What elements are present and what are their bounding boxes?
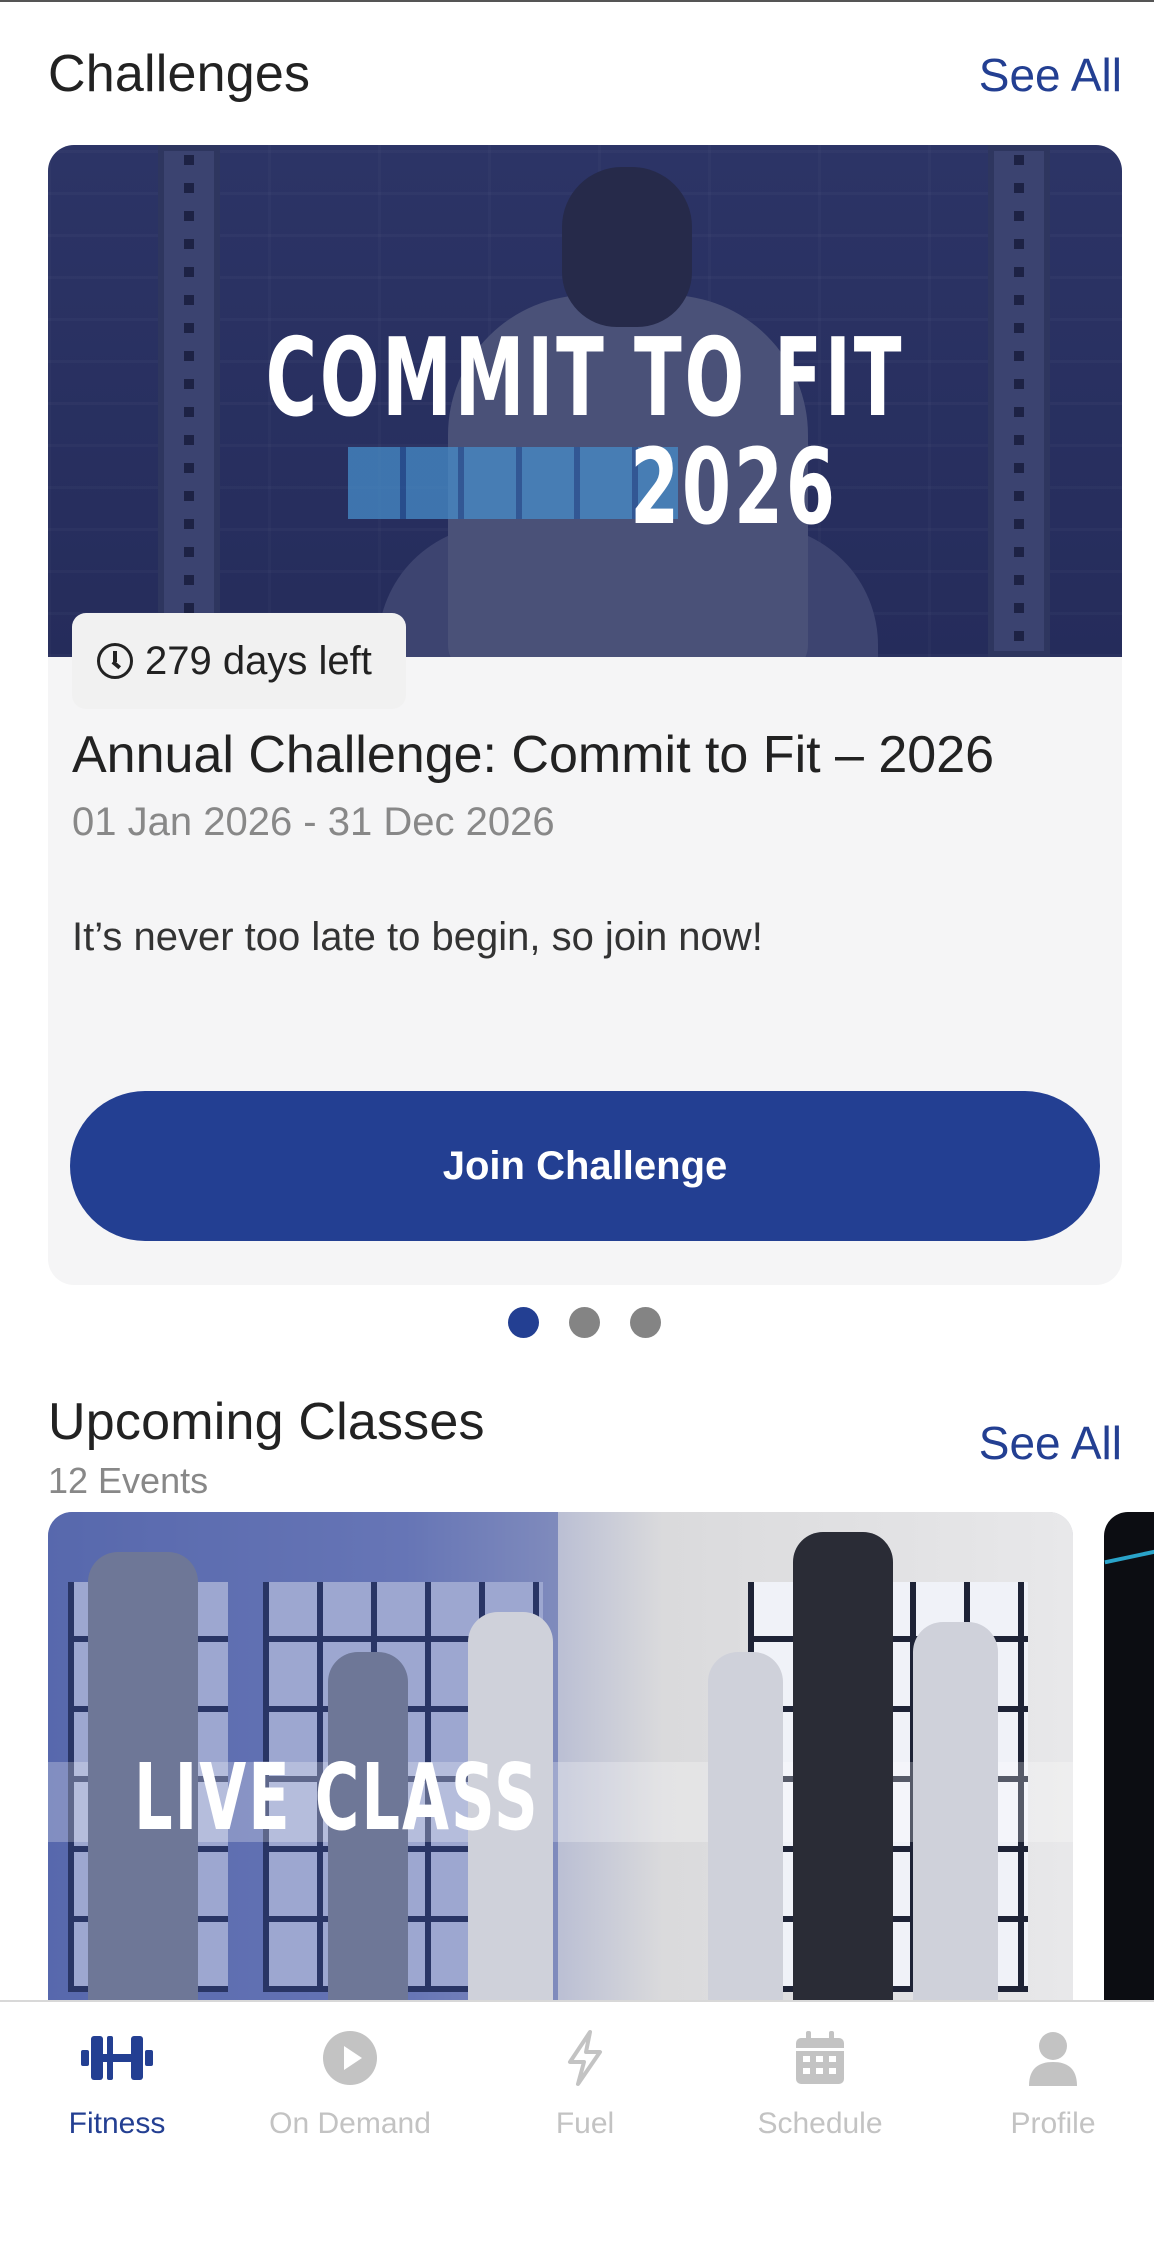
dumbbell-icon <box>81 2036 153 2080</box>
carousel-pagination <box>508 1307 661 1338</box>
nav-label-profile: Profile <box>1010 2107 1096 2140</box>
blue-accent-blocks <box>348 447 678 519</box>
nav-label-fuel: Fuel <box>555 2107 615 2140</box>
athlete-head <box>562 167 692 327</box>
join-challenge-button[interactable]: Join Challenge <box>70 1091 1100 1241</box>
days-left-badge: 279 days left <box>72 613 406 709</box>
challenge-card[interactable]: COMMIT TO FIT 2026 279 days left Annual … <box>48 145 1122 1285</box>
challenge-description: It’s never too late to begin, so join no… <box>72 915 763 959</box>
challenge-image-year: 2026 <box>630 426 838 548</box>
carousel-dot-1[interactable] <box>508 1307 539 1338</box>
next-class-card-peek[interactable] <box>1104 1512 1154 2012</box>
days-left-text: 279 days left <box>145 638 372 683</box>
challenges-see-all-link[interactable]: See All <box>979 48 1122 102</box>
upcoming-see-all-link[interactable]: See All <box>979 1416 1122 1470</box>
challenge-image-title: COMMIT TO FIT <box>265 316 905 441</box>
live-class-card[interactable]: LIVE CLASS <box>48 1512 1073 2012</box>
yoga-person-4 <box>708 1652 783 2012</box>
nav-label-schedule: Schedule <box>757 2107 883 2140</box>
carousel-dot-3[interactable] <box>630 1307 661 1338</box>
nav-item-fuel[interactable]: Fuel <box>470 2002 700 2202</box>
yoga-person-6 <box>913 1622 998 2012</box>
carousel-dot-2[interactable] <box>569 1307 600 1338</box>
top-border <box>0 0 1154 2</box>
yoga-person-5 <box>793 1532 893 2012</box>
upcoming-events-count: 12 Events <box>48 1460 209 1501</box>
person-icon <box>1029 2032 1077 2086</box>
rack-post-right <box>988 145 1050 657</box>
challenge-dates: 01 Jan 2026 - 31 Dec 2026 <box>72 800 555 844</box>
challenges-section-title: Challenges <box>48 45 311 103</box>
challenge-title: Annual Challenge: Commit to Fit – 2026 <box>72 726 995 784</box>
nav-item-schedule[interactable]: Schedule <box>705 2002 935 2202</box>
calendar-icon <box>796 2031 844 2084</box>
challenge-hero-image: COMMIT TO FIT 2026 <box>48 145 1122 657</box>
nav-item-fitness[interactable]: Fitness <box>2 2002 232 2202</box>
nav-item-profile[interactable]: Profile <box>938 2002 1154 2202</box>
nav-item-on-demand[interactable]: On Demand <box>235 2002 465 2202</box>
play-circle-icon <box>323 2031 377 2085</box>
nav-label-on-demand: On Demand <box>269 2107 431 2140</box>
bottom-navigation: Fitness On Demand Fuel Schedule Profile <box>0 2000 1154 2243</box>
lightning-icon <box>568 2030 602 2086</box>
upcoming-classes-title: Upcoming Classes <box>48 1393 485 1451</box>
nav-label-fitness: Fitness <box>68 2107 166 2140</box>
live-class-image-title: LIVE CLASS <box>134 1744 540 1851</box>
clock-icon <box>97 643 133 679</box>
